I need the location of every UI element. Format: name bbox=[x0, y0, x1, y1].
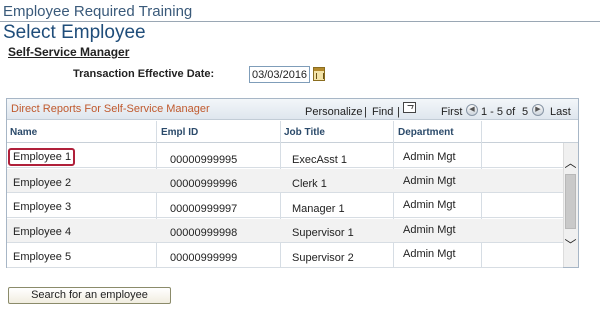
empl-id-cell: 00000999996 bbox=[170, 178, 238, 190]
toolbar-separator: | bbox=[364, 106, 367, 118]
row-range: 1 - 5 bbox=[481, 106, 504, 118]
table-row[interactable] bbox=[7, 219, 563, 243]
empl-id-cell: 00000999997 bbox=[170, 203, 238, 215]
next-row-icon[interactable]: ▶ bbox=[532, 104, 544, 116]
empl-id-cell: 00000999995 bbox=[170, 154, 238, 166]
empl-id-cell: 00000999998 bbox=[170, 227, 238, 239]
column-header-name[interactable]: Name bbox=[10, 127, 37, 138]
empl-id-cell: 00000999999 bbox=[170, 252, 238, 264]
department-cell: Admin Mgt bbox=[403, 175, 456, 187]
effective-date-label: Transaction Effective Date: bbox=[73, 68, 215, 80]
scroll-down-icon[interactable]: ﹀ bbox=[563, 238, 578, 252]
job-title-cell: ExecAsst 1 bbox=[292, 154, 348, 166]
department-cell: Admin Mgt bbox=[403, 199, 456, 211]
previous-row-icon[interactable]: ◀ bbox=[466, 104, 478, 116]
column-header-job-title[interactable]: Job Title bbox=[284, 127, 325, 138]
table-row[interactable] bbox=[7, 169, 563, 193]
grid-caption: Direct Reports For Self-Service Manager bbox=[11, 103, 210, 115]
find-link[interactable]: Find bbox=[372, 106, 393, 118]
department-cell: Admin Mgt bbox=[403, 224, 456, 236]
department-cell: Admin Mgt bbox=[403, 151, 456, 163]
column-header-empl-id[interactable]: Empl ID bbox=[161, 127, 198, 138]
search-employee-button[interactable]: Search for an employee bbox=[8, 287, 171, 304]
employee-name-link[interactable]: Employee 1 bbox=[13, 151, 71, 163]
effective-date-input[interactable] bbox=[249, 66, 310, 83]
employee-name-link[interactable]: Employee 3 bbox=[13, 201, 71, 213]
job-title-cell: Supervisor 2 bbox=[292, 252, 354, 264]
scroll-thumb[interactable] bbox=[565, 174, 576, 229]
department-cell: Admin Mgt bbox=[403, 248, 456, 260]
table-row[interactable] bbox=[7, 194, 563, 218]
job-title-cell: Clerk 1 bbox=[292, 178, 327, 190]
employee-name-link[interactable]: Employee 2 bbox=[13, 177, 71, 189]
job-title-cell: Supervisor 1 bbox=[292, 227, 354, 239]
job-title-cell: Manager 1 bbox=[292, 203, 345, 215]
first-link[interactable]: First bbox=[441, 106, 462, 118]
employee-name-link[interactable]: Employee 5 bbox=[13, 251, 71, 263]
of-label: of bbox=[506, 106, 516, 118]
view-all-icon[interactable] bbox=[403, 102, 416, 113]
table-row[interactable] bbox=[7, 244, 563, 268]
page-title: Select Employee bbox=[3, 22, 146, 43]
row-total: 5 bbox=[522, 106, 529, 118]
column-header-department[interactable]: Department bbox=[398, 127, 454, 138]
toolbar-separator: | bbox=[397, 106, 400, 118]
table-row[interactable] bbox=[7, 144, 563, 168]
personalize-link[interactable]: Personalize bbox=[305, 106, 362, 118]
employee-name-link[interactable]: Employee 4 bbox=[13, 226, 71, 238]
breadcrumb: Employee Required Training bbox=[3, 3, 193, 20]
calendar-icon[interactable] bbox=[313, 67, 325, 81]
scroll-up-icon[interactable]: ︿ bbox=[563, 156, 578, 170]
section-title: Self-Service Manager bbox=[8, 45, 130, 59]
last-link[interactable]: Last bbox=[550, 106, 571, 118]
